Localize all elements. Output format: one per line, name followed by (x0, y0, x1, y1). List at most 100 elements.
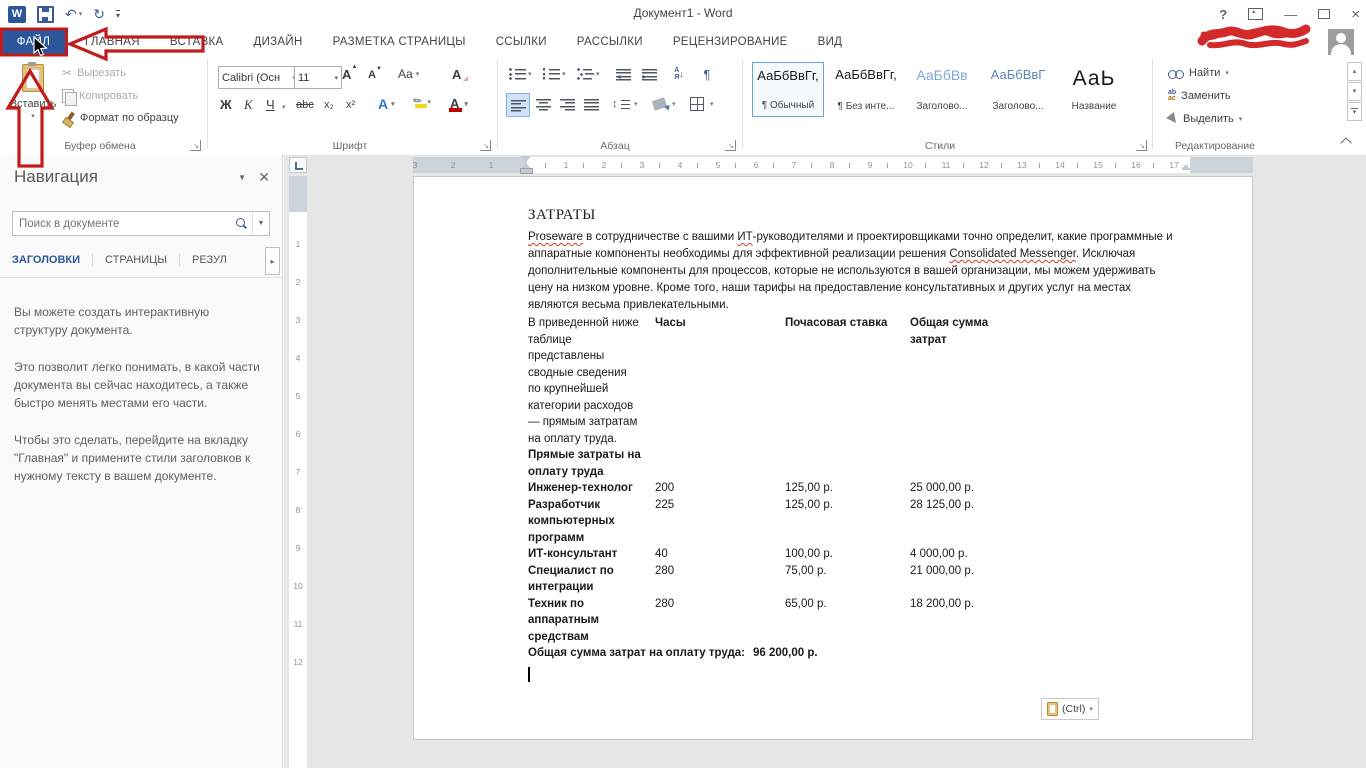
font-color-button[interactable]: А ▾ (449, 96, 468, 112)
shrink-font-button[interactable]: А ▼ (368, 66, 382, 81)
align-right-button[interactable] (556, 93, 578, 115)
replace-button[interactable]: ab ac Заменить (1168, 86, 1231, 106)
style-normal[interactable]: АаБбВвГг, ¶ Обычный (752, 62, 824, 117)
paste-options-button[interactable]: (Ctrl) ▾ (1041, 698, 1099, 720)
chevron-down-icon[interactable]: ▾ (596, 70, 600, 78)
shading-button[interactable] (648, 93, 670, 115)
navigation-options-icon[interactable]: ▼ (238, 173, 246, 182)
chevron-down-icon[interactable]: ▾ (562, 70, 566, 78)
chevron-down-icon[interactable]: ▾ (710, 100, 714, 108)
align-left-button[interactable] (506, 93, 530, 117)
indent-marker[interactable] (520, 156, 533, 174)
style-heading2[interactable]: АаБбВвГ Заголово... (982, 62, 1054, 117)
subscript-button[interactable]: x₂ (324, 99, 334, 111)
account-avatar[interactable] (1328, 29, 1354, 55)
nav-tab-headings[interactable]: ЗАГОЛОВКИ (12, 254, 94, 266)
align-center-button[interactable] (532, 93, 554, 115)
paragraph-dialog-launcher[interactable] (725, 140, 736, 151)
font-name-combo[interactable]: Calibri (Осн▾ (218, 66, 300, 89)
document-search-box[interactable]: ▼ (12, 211, 270, 236)
select-button[interactable]: Выделить ▾ (1165, 109, 1243, 129)
tab-mailings[interactable]: РАССЫЛКИ (562, 36, 658, 48)
chevron-down-icon[interactable]: ▾ (464, 100, 468, 108)
style-title[interactable]: АаЬ Название (1058, 62, 1130, 117)
numbering-button[interactable] (540, 63, 562, 85)
tab-review[interactable]: РЕЦЕНЗИРОВАНИЕ (658, 36, 803, 48)
change-case-button[interactable]: Aa ▾ (398, 67, 419, 81)
styles-scroll-up-button[interactable]: ▴ (1347, 62, 1362, 81)
binoculars-icon (1168, 68, 1184, 79)
chevron-down-icon[interactable]: ▾ (427, 98, 431, 106)
underline-button[interactable]: Ч (266, 97, 275, 112)
search-input[interactable] (13, 217, 234, 230)
ruler-number: 1 (488, 159, 494, 170)
show-marks-button[interactable]: ¶ (696, 63, 718, 85)
collapse-ribbon-icon[interactable] (1340, 137, 1352, 149)
ribbon-display-options-button[interactable] (1248, 8, 1264, 20)
grow-font-button[interactable]: А ▲ (342, 64, 357, 82)
italic-button[interactable]: К (244, 97, 253, 113)
chevron-down-icon[interactable]: ▾ (528, 70, 532, 78)
bullets-button[interactable] (506, 63, 528, 85)
clipboard-dialog-launcher[interactable] (190, 140, 201, 151)
document-page[interactable]: ЗАТРАТЫ Proseware в сотрудничестве с ваш… (413, 176, 1253, 740)
increase-indent-button[interactable]: ▸ (638, 63, 660, 85)
styles-more-button[interactable]: ▾ (1347, 102, 1362, 121)
tab-view[interactable]: ВИД (803, 36, 858, 48)
minimize-button[interactable]: — (1284, 8, 1297, 21)
find-button[interactable]: Найти ▾ (1168, 63, 1229, 83)
search-icon[interactable] (234, 217, 248, 231)
close-button[interactable]: × (1351, 7, 1360, 22)
styles-dialog-launcher[interactable] (1136, 140, 1147, 151)
borders-button[interactable] (686, 93, 708, 115)
tab-page-layout[interactable]: РАЗМЕТКА СТРАНИЦЫ (318, 36, 481, 48)
tab-insert[interactable]: ВСТАВКА (155, 36, 239, 48)
font-dialog-launcher[interactable] (480, 140, 491, 151)
clear-formatting-button[interactable]: А (452, 67, 469, 82)
cut-button[interactable]: ✂ Вырезать (62, 63, 126, 83)
highlight-button[interactable]: ✎ ▾ (411, 95, 431, 109)
restore-button[interactable] (1318, 6, 1333, 19)
styles-scroll-down-button[interactable]: ▾ (1347, 82, 1362, 101)
underline-dropdown-icon[interactable]: ▾ (282, 103, 286, 111)
h-ruler[interactable]: 3 2 1 1 2 3 4 5 6 7 8 9 10 11 12 13 14 15 16 17 (413, 156, 1253, 174)
chevron-down-icon[interactable]: ▾ (1089, 705, 1093, 713)
tab-selector[interactable] (289, 157, 307, 173)
bold-button[interactable]: Ж (220, 97, 232, 112)
tab-home[interactable]: ГЛАВНАЯ (70, 36, 155, 48)
nav-tab-results[interactable]: РЕЗУЛ (192, 254, 239, 266)
tab-file[interactable]: ФАЙЛ (0, 28, 67, 55)
superscript-button[interactable]: x² (346, 99, 355, 111)
sort-button[interactable]: А Я ↓ (668, 63, 690, 85)
style-heading1[interactable]: АаБбВв Заголово... (906, 62, 978, 117)
paste-dropdown-icon[interactable]: ▾ (31, 112, 35, 120)
chevron-down-icon[interactable]: ▾ (1239, 115, 1243, 123)
help-button[interactable]: ? (1219, 8, 1227, 21)
right-indent-marker[interactable] (1181, 164, 1191, 170)
style-no-spacing[interactable]: АаБбВвГг, ¶ Без инте... (830, 62, 902, 117)
tab-design[interactable]: ДИЗАЙН (239, 36, 318, 48)
v-ruler[interactable]: 1 2 3 4 5 6 7 8 9 10 11 12 (289, 176, 307, 768)
copy-button[interactable]: Копировать (62, 86, 138, 106)
chevron-down-icon[interactable]: ▾ (391, 100, 395, 108)
search-dropdown-icon[interactable]: ▼ (252, 212, 269, 235)
nav-tabs-overflow-button[interactable]: ▸ (265, 247, 280, 275)
justify-button[interactable] (580, 93, 602, 115)
nav-tab-pages[interactable]: СТРАНИЦЫ (105, 254, 181, 266)
group-separator (207, 59, 208, 149)
chevron-down-icon[interactable]: ▾ (416, 70, 420, 78)
paste-button[interactable]: Вставить ▾ (10, 61, 56, 141)
chevron-down-icon[interactable]: ▾ (334, 74, 338, 82)
text-effects-button[interactable]: А ▾ (378, 96, 395, 112)
multilevel-list-button[interactable] (574, 63, 596, 85)
line-spacing-button[interactable] (610, 93, 632, 115)
navigation-close-icon[interactable]: ✕ (258, 169, 270, 186)
strikethrough-button[interactable]: abc (296, 99, 314, 111)
chevron-down-icon[interactable]: ▾ (672, 100, 676, 108)
chevron-down-icon[interactable]: ▾ (634, 100, 638, 108)
format-painter-button[interactable]: Формат по образцу (62, 108, 179, 128)
chevron-down-icon[interactable]: ▾ (1225, 69, 1229, 77)
decrease-indent-button[interactable]: ◂ (612, 63, 634, 85)
font-size-combo[interactable]: 11 ▾ (294, 66, 342, 89)
tab-references[interactable]: ССЫЛКИ (481, 36, 562, 48)
